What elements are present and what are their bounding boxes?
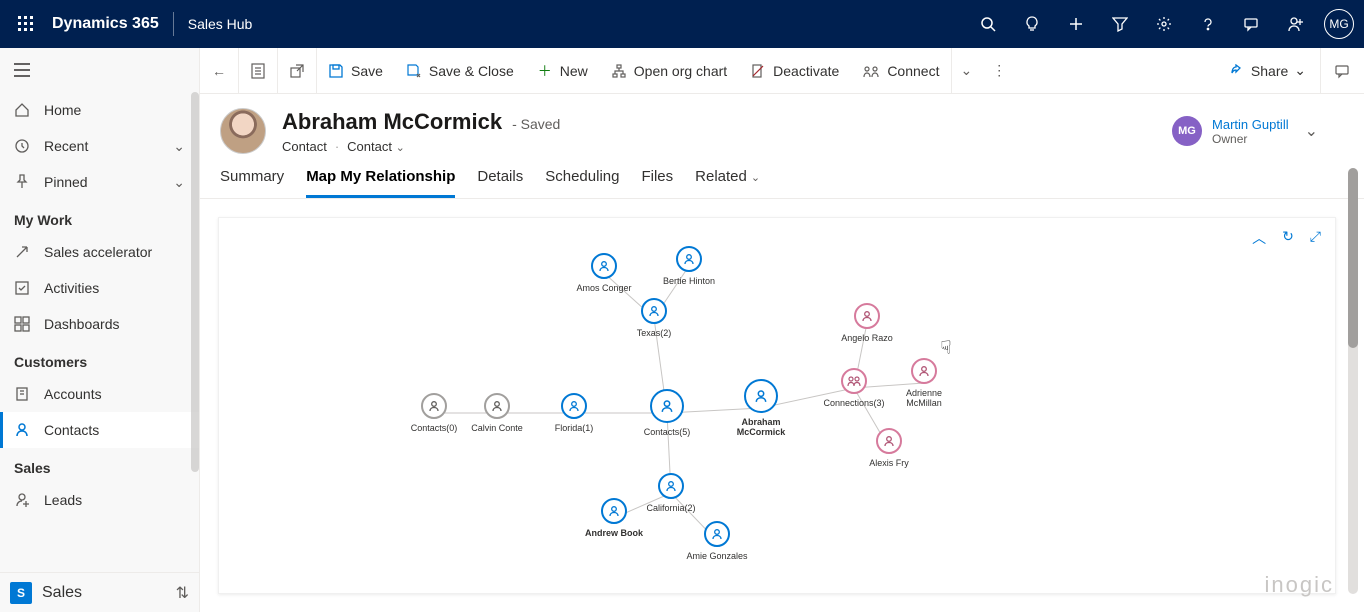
record-save-status: - Saved <box>512 116 560 132</box>
user-avatar[interactable]: MG <box>1324 9 1354 39</box>
gear-icon[interactable] <box>1142 0 1186 48</box>
tab-related[interactable]: Related⌄ <box>695 168 760 198</box>
search-icon[interactable] <box>966 0 1010 48</box>
watermark: inogic <box>1265 572 1334 598</box>
person-icon[interactable] <box>1274 0 1318 48</box>
nav-label: Accounts <box>44 386 102 402</box>
filter-icon[interactable] <box>1098 0 1142 48</box>
chevron-down-icon: ⌄ <box>173 174 185 191</box>
deactivate-button[interactable]: Deactivate <box>739 48 851 94</box>
node-angelo[interactable]: Angelo Razo <box>822 303 912 343</box>
nav-recent[interactable]: Recent ⌄ <box>0 128 199 164</box>
form-scrollbar[interactable] <box>1348 168 1358 594</box>
nav-sales-accelerator[interactable]: Sales accelerator <box>0 234 199 270</box>
save-label: Save <box>351 63 383 79</box>
tab-files[interactable]: Files <box>641 168 673 198</box>
area-switcher[interactable]: S Sales ⇅ <box>0 572 199 612</box>
form-selector[interactable]: Contact ⌄ <box>347 139 405 154</box>
node-florida[interactable]: Florida(1) <box>529 393 619 433</box>
nav-label: Activities <box>44 280 99 296</box>
entity-label: Contact <box>282 139 327 154</box>
doc-button[interactable] <box>239 48 278 94</box>
chevron-down-icon: ⌄ <box>173 138 185 155</box>
nav-leads[interactable]: Leads <box>0 482 199 518</box>
relationship-map-card: ︿ ↻ ⤢ <box>218 217 1336 594</box>
nav-home[interactable]: Home <box>0 92 199 128</box>
back-button[interactable]: ← <box>200 48 239 94</box>
tab-map-relationship[interactable]: Map My Relationship <box>306 168 455 198</box>
area-badge: S <box>10 582 32 604</box>
save-close-button[interactable]: Save & Close <box>395 48 526 94</box>
app-name[interactable]: Sales Hub <box>188 16 253 32</box>
owner-avatar: MG <box>1172 116 1202 146</box>
sidebar-toggle[interactable] <box>0 48 199 92</box>
app-launcher-icon[interactable] <box>10 8 42 40</box>
record-avatar <box>220 108 266 154</box>
help-icon[interactable] <box>1186 0 1230 48</box>
assistant-icon[interactable] <box>1320 48 1364 94</box>
open-org-label: Open org chart <box>634 63 727 79</box>
deactivate-label: Deactivate <box>773 63 839 79</box>
lightbulb-icon[interactable] <box>1010 0 1054 48</box>
save-button[interactable]: Save <box>317 48 395 94</box>
nav-contacts[interactable]: Contacts <box>0 412 199 448</box>
connect-button[interactable]: Connect <box>851 48 951 94</box>
nav-dashboards[interactable]: Dashboards <box>0 306 199 342</box>
nav-activities[interactable]: Activities <box>0 270 199 306</box>
save-close-label: Save & Close <box>429 63 514 79</box>
nav-section-customers: Customers <box>0 342 199 376</box>
nav-label: Leads <box>44 492 82 508</box>
node-texas[interactable]: Texas(2) <box>609 298 699 338</box>
brand-label: Dynamics 365 <box>52 15 159 33</box>
node-adrienne[interactable]: Adrienne McMillan <box>879 358 969 408</box>
share-label: Share <box>1251 63 1288 79</box>
node-amos[interactable]: Amos Conger <box>559 253 649 293</box>
relationship-graph[interactable]: Contacts(0) Calvin Conte Florida(1) Cont… <box>219 218 1335 593</box>
popout-button[interactable] <box>278 48 317 94</box>
nav-section-mywork: My Work <box>0 200 199 234</box>
owner-role-label: Owner <box>1212 132 1289 146</box>
connect-label: Connect <box>887 63 939 79</box>
cursor-hand-icon: ☟ <box>941 338 952 359</box>
nav-label: Dashboards <box>44 316 120 332</box>
nav-accounts[interactable]: Accounts <box>0 376 199 412</box>
nav-recent-label: Recent <box>44 138 88 154</box>
nav-label: Sales accelerator <box>44 244 152 260</box>
separator-dot: · <box>335 139 339 154</box>
node-contacts5[interactable]: Contacts(5) <box>622 389 712 437</box>
record-title: Abraham McCormick <box>282 109 502 135</box>
node-alexis[interactable]: Alexis Fry <box>844 428 934 468</box>
new-button[interactable]: ＋New <box>526 48 600 94</box>
connect-dropdown[interactable]: ⌄ <box>951 48 980 94</box>
nav-pinned-label: Pinned <box>44 174 88 190</box>
chat-icon[interactable] <box>1230 0 1274 48</box>
tab-details[interactable]: Details <box>477 168 523 198</box>
tab-summary[interactable]: Summary <box>220 168 284 198</box>
owner-name[interactable]: Martin Guptill <box>1212 117 1289 132</box>
node-andrew[interactable]: Andrew Book <box>569 498 659 538</box>
topbar-divider <box>173 12 174 36</box>
nav-pinned[interactable]: Pinned ⌄ <box>0 164 199 200</box>
updown-icon: ⇅ <box>176 583 189 603</box>
area-label: Sales <box>42 584 82 602</box>
new-label: New <box>560 63 588 79</box>
share-button[interactable]: Share⌄ <box>1217 62 1320 79</box>
node-amie[interactable]: Amie Gonzales <box>672 521 762 561</box>
owner-dropdown[interactable]: ⌄ <box>1299 121 1324 141</box>
plus-icon[interactable] <box>1054 0 1098 48</box>
node-abraham[interactable]: Abraham McCormick <box>716 379 806 437</box>
node-bertie[interactable]: Bertie Hinton <box>644 246 734 286</box>
tab-scheduling[interactable]: Scheduling <box>545 168 619 198</box>
nav-home-label: Home <box>44 102 81 118</box>
command-bar: ← Save Save & Close ＋New Open org chart … <box>200 48 1364 94</box>
nav-label: Contacts <box>44 422 99 438</box>
overflow-button[interactable]: ⋮ <box>980 48 1018 94</box>
nav-section-sales: Sales <box>0 448 199 482</box>
open-org-chart-button[interactable]: Open org chart <box>600 48 739 94</box>
sidebar-scrollbar[interactable] <box>191 92 199 472</box>
